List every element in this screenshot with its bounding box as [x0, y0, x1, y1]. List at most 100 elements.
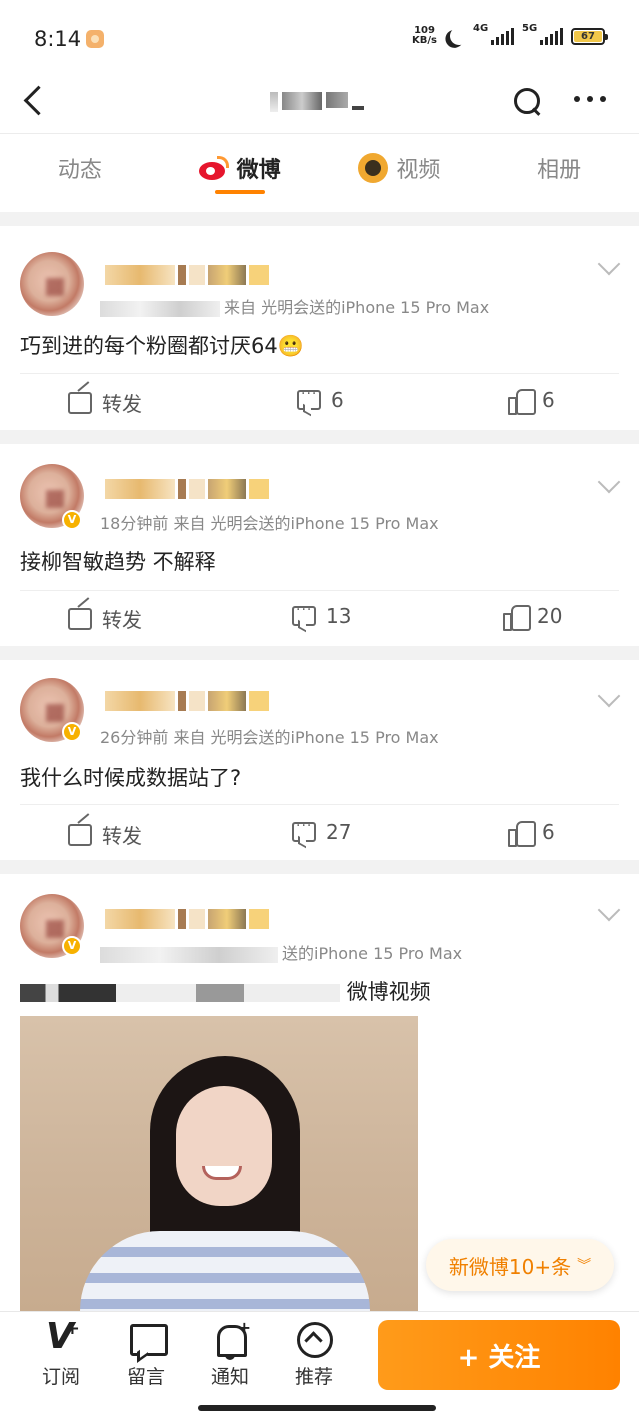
- comment-button[interactable]: 13: [292, 602, 352, 628]
- subscribe-button[interactable]: 订阅: [31, 1316, 91, 1389]
- share-label: 转发: [102, 824, 142, 848]
- like-button[interactable]: 6: [508, 820, 555, 847]
- chevron-down-icon[interactable]: [597, 902, 619, 924]
- weibo-logo-icon: [198, 156, 229, 180]
- section-separator: [0, 860, 639, 874]
- search-icon[interactable]: [512, 86, 542, 116]
- back-icon[interactable]: [22, 86, 52, 116]
- active-tab-indicator: [214, 190, 265, 194]
- post-meta: 送的iPhone 15 Pro Max: [100, 940, 462, 964]
- post-divider: [20, 804, 619, 805]
- profile-name-blurred: [270, 92, 364, 112]
- follow-button[interactable]: + 关注: [378, 1320, 620, 1390]
- like-count: 6: [542, 820, 555, 844]
- share-icon: [68, 391, 92, 414]
- home-indicator[interactable]: [198, 1405, 436, 1411]
- status-indicators: 109 KB/s 4G 5G 67: [412, 23, 608, 47]
- video-thumbnail[interactable]: [20, 1016, 418, 1311]
- more-icon[interactable]: [574, 96, 606, 104]
- message-label: 留言: [126, 1366, 165, 1388]
- share-button[interactable]: 转发: [68, 388, 142, 417]
- comment-icon: [292, 602, 316, 626]
- tab-video[interactable]: 视频: [320, 134, 480, 202]
- post-text: 我什么时候成数据站了?: [20, 766, 242, 790]
- chevron-down-icon[interactable]: [597, 474, 619, 496]
- post-card[interactable]: V 18分钟前 来自 光明会送的iPhone 15 Pro Max 接柳智敏趋势…: [0, 444, 639, 646]
- battery-icon: 67: [571, 27, 608, 45]
- section-separator: [0, 212, 639, 226]
- bottom-bar: 订阅 留言 + 通知 推荐 + 关注: [0, 1311, 639, 1421]
- chevron-down-icon[interactable]: [597, 688, 619, 710]
- verified-badge-icon: V: [62, 936, 82, 956]
- tab-dynamics-label: 动态: [57, 158, 102, 183]
- like-count: 20: [537, 604, 563, 628]
- post-divider: [20, 590, 619, 591]
- new-posts-pill[interactable]: 新微博10+条 ︾: [426, 1239, 614, 1291]
- profile-tabs: 动态 微博 视频 相册: [0, 134, 639, 202]
- username-blurred[interactable]: [105, 690, 269, 712]
- username-blurred[interactable]: [105, 908, 269, 930]
- chevron-down-icon[interactable]: [597, 256, 619, 278]
- bell-icon: +: [211, 1318, 251, 1360]
- username-blurred[interactable]: [105, 478, 269, 500]
- post-text-blurred: [20, 984, 340, 1002]
- notify-label: 通知: [210, 1366, 249, 1388]
- comment-count: 27: [326, 820, 352, 844]
- post-meta: 来自 光明会送的iPhone 15 Pro Max: [100, 294, 489, 318]
- comment-button[interactable]: 27: [292, 818, 352, 844]
- like-button[interactable]: 20: [503, 604, 563, 631]
- status-bar: 8:14 109 KB/s 4G 5G 67: [0, 0, 639, 72]
- signal-4g-icon: 4G: [473, 23, 514, 45]
- comment-icon: [297, 386, 321, 410]
- app-notification-icon: [86, 30, 104, 48]
- network-speed: 109 KB/s: [412, 26, 437, 46]
- signal-5g-icon: 5G: [522, 23, 563, 45]
- like-button[interactable]: 6: [508, 388, 555, 415]
- section-separator: [0, 430, 639, 444]
- tab-album[interactable]: 相册: [479, 134, 639, 202]
- tab-album-label: 相册: [537, 158, 582, 183]
- recommend-icon: [295, 1322, 333, 1358]
- post-card[interactable]: V 26分钟前 来自 光明会送的iPhone 15 Pro Max 我什么时候成…: [0, 660, 639, 860]
- dnd-moon-icon: [449, 26, 470, 47]
- like-icon: [503, 605, 531, 631]
- post-meta-text: 来自 光明会送的iPhone 15 Pro Max: [224, 298, 490, 317]
- tab-dynamics[interactable]: 动态: [0, 134, 160, 202]
- post-meta-text: 送的iPhone 15 Pro Max: [282, 944, 463, 963]
- comment-count: 13: [326, 604, 352, 628]
- share-icon: [68, 607, 92, 630]
- subscribe-icon: [42, 1316, 80, 1358]
- post-divider: [20, 373, 619, 374]
- notify-button[interactable]: + 通知: [200, 1318, 260, 1389]
- subscribe-label: 订阅: [41, 1366, 80, 1388]
- message-button[interactable]: 留言: [116, 1322, 176, 1389]
- post-meta: 18分钟前 来自 光明会送的iPhone 15 Pro Max: [100, 514, 439, 533]
- post-card[interactable]: 来自 光明会送的iPhone 15 Pro Max 巧到进的每个粉圈都讨厌64😬…: [0, 226, 639, 430]
- status-time: 8:14: [34, 27, 82, 51]
- follow-label: + 关注: [457, 1342, 541, 1373]
- post-text: 微博视频: [20, 976, 431, 1006]
- post-text: 接柳智敏趋势 不解释: [20, 550, 216, 574]
- chevron-down-icon: ︾: [577, 1258, 592, 1274]
- post-text: 巧到进的每个粉圈都讨厌64😬: [20, 334, 304, 358]
- new-posts-label: 新微博10+条: [448, 1254, 572, 1279]
- share-button[interactable]: 转发: [68, 604, 142, 633]
- section-separator: [0, 646, 639, 660]
- share-label: 转发: [102, 608, 142, 632]
- post-meta: 26分钟前 来自 光明会送的iPhone 15 Pro Max: [100, 728, 439, 747]
- comment-button[interactable]: 6: [297, 386, 344, 412]
- like-icon: [508, 821, 536, 847]
- share-icon: [68, 823, 92, 846]
- battery-level: 67: [574, 30, 602, 42]
- network-speed-unit: KB/s: [412, 35, 437, 46]
- tab-weibo[interactable]: 微博: [160, 134, 320, 202]
- username-blurred[interactable]: [105, 264, 269, 286]
- avatar[interactable]: [20, 252, 84, 316]
- recommend-button[interactable]: 推荐: [284, 1322, 344, 1389]
- verified-badge-icon: V: [62, 510, 82, 530]
- like-count: 6: [542, 388, 555, 412]
- message-icon: [127, 1322, 168, 1358]
- like-icon: [508, 389, 536, 415]
- share-button[interactable]: 转发: [68, 820, 142, 849]
- comment-icon: [292, 818, 316, 842]
